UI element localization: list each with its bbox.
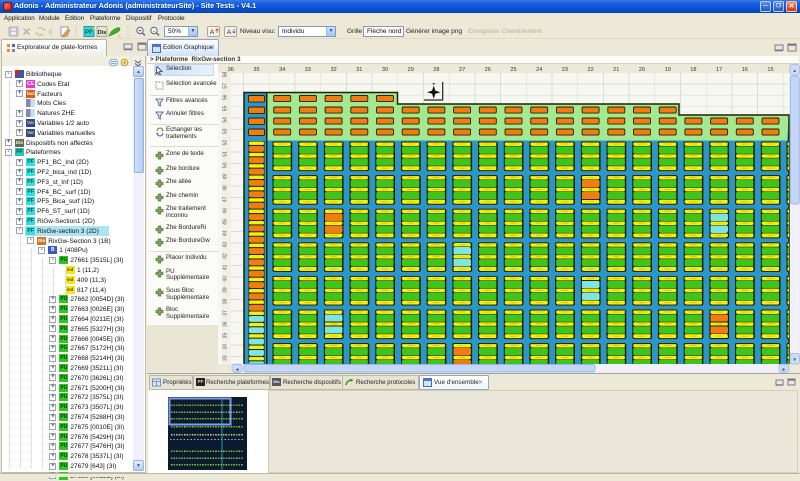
svg-text:A: A	[210, 29, 215, 36]
svg-text:37: 37	[223, 310, 229, 316]
svg-text:▼: ▼	[792, 357, 797, 362]
svg-text:24: 24	[536, 67, 542, 73]
svg-text:▲: ▲	[792, 68, 797, 73]
svg-text:36: 36	[228, 67, 234, 73]
svg-text:56: 56	[223, 94, 229, 100]
svg-text:44: 44	[223, 230, 229, 236]
svg-text:18: 18	[690, 67, 696, 73]
svg-text:41: 41	[223, 264, 229, 270]
svg-text:47: 47	[223, 196, 229, 202]
svg-text:48: 48	[223, 185, 229, 191]
svg-text:55: 55	[223, 106, 229, 112]
svg-text:57: 57	[223, 83, 229, 89]
svg-text:39: 39	[223, 287, 229, 293]
svg-text:PF: PF	[85, 30, 93, 36]
svg-text:35: 35	[253, 67, 259, 73]
svg-text:43: 43	[223, 242, 229, 248]
svg-text:25: 25	[510, 67, 516, 73]
svg-text:34: 34	[223, 344, 229, 350]
svg-text:32: 32	[330, 67, 336, 73]
svg-text:40: 40	[223, 276, 229, 282]
svg-text:58: 58	[223, 72, 229, 78]
svg-text:A: A	[227, 29, 232, 36]
svg-text:36: 36	[223, 321, 229, 327]
svg-text:28: 28	[433, 67, 439, 73]
svg-text:20: 20	[639, 67, 645, 73]
svg-text:22: 22	[587, 67, 593, 73]
svg-text:33: 33	[305, 67, 311, 73]
svg-text:23: 23	[562, 67, 568, 73]
svg-text:21: 21	[613, 67, 619, 73]
svg-text:42: 42	[223, 253, 229, 259]
svg-text:16: 16	[742, 67, 748, 73]
svg-text:38: 38	[223, 299, 229, 305]
svg-text:Dis: Dis	[98, 30, 107, 36]
svg-text:45: 45	[223, 219, 229, 225]
svg-text:30: 30	[382, 67, 388, 73]
svg-text:+: +	[138, 28, 142, 35]
svg-text:35: 35	[223, 333, 229, 339]
svg-text:◄: ◄	[235, 367, 240, 373]
svg-text:19: 19	[665, 67, 671, 73]
svg-text:49: 49	[223, 174, 229, 180]
svg-text:27: 27	[459, 67, 465, 73]
svg-text:54: 54	[223, 117, 229, 123]
svg-text:29: 29	[408, 67, 414, 73]
svg-text:►: ►	[782, 367, 787, 373]
svg-text:50: 50	[223, 162, 229, 168]
svg-text:52: 52	[223, 140, 229, 146]
svg-text:17: 17	[716, 67, 722, 73]
svg-text:53: 53	[223, 128, 229, 134]
svg-text:33: 33	[223, 355, 229, 361]
svg-text:31: 31	[356, 67, 362, 73]
svg-text:51: 51	[223, 151, 229, 157]
svg-text:46: 46	[223, 208, 229, 214]
svg-text:34: 34	[279, 67, 285, 73]
svg-text:26: 26	[485, 67, 491, 73]
svg-text:-: -	[153, 28, 155, 35]
svg-text:15: 15	[767, 67, 773, 73]
